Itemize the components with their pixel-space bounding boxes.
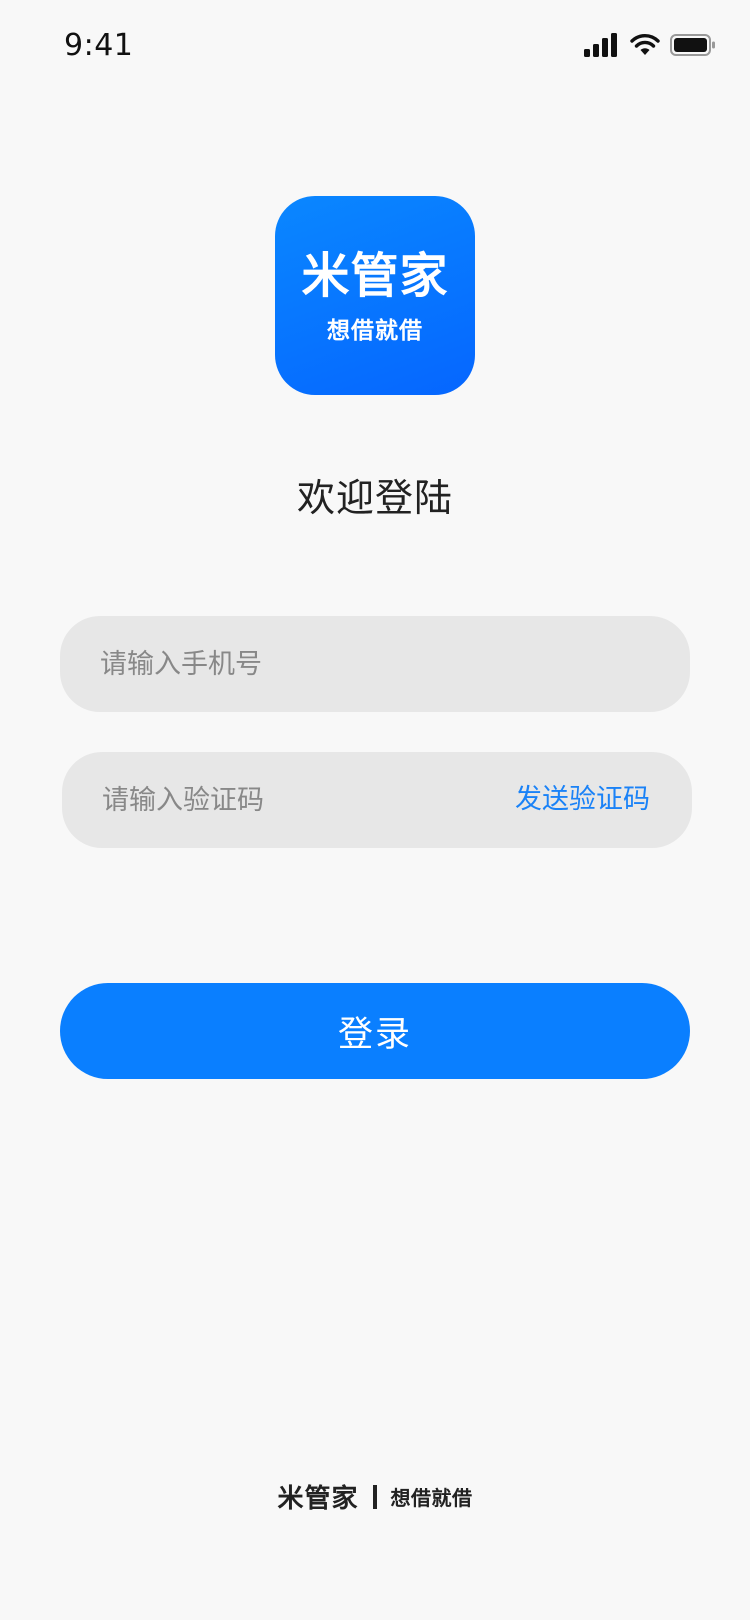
phone-field (60, 616, 690, 712)
status-time: 9:41 (64, 28, 134, 63)
status-bar: 9:41 (0, 0, 750, 90)
app-logo: 米管家 想借就借 (275, 196, 475, 395)
logo-name: 米管家 (301, 248, 449, 304)
footer-divider (372, 1484, 377, 1509)
footer-brand: 米管家 想借就借 (0, 1478, 750, 1515)
verification-code-input[interactable] (102, 752, 482, 848)
footer-slogan: 想借就借 (390, 1486, 473, 1510)
status-icons (584, 30, 716, 64)
welcome-title: 欢迎登陆 (296, 476, 453, 520)
phone-input[interactable] (100, 616, 650, 712)
cellular-signal-icon (584, 33, 620, 61)
logo-slogan: 想借就借 (327, 318, 423, 344)
footer-name: 米管家 (277, 1484, 359, 1514)
send-code-button[interactable]: 发送验证码 (515, 752, 650, 848)
verification-code-field: 发送验证码 (62, 752, 692, 848)
login-button[interactable]: 登录 (60, 983, 690, 1079)
wifi-icon (630, 33, 660, 61)
battery-icon (670, 33, 716, 61)
